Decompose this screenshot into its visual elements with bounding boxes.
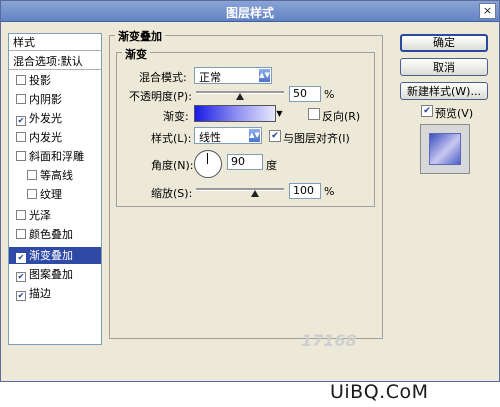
- opacity-input[interactable]: 50: [289, 86, 321, 102]
- checkmark-icon[interactable]: ✔: [16, 253, 26, 263]
- angle-label: 角度(N):: [151, 159, 194, 172]
- checkmark-icon[interactable]: ✔: [16, 272, 26, 282]
- checkbox-icon[interactable]: [16, 75, 26, 85]
- sidebar-item-outer-glow[interactable]: ✔ 外发光: [9, 110, 101, 127]
- checkbox-icon[interactable]: [16, 151, 26, 161]
- style-preview-swatch: [429, 133, 461, 165]
- opacity-slider-thumb[interactable]: [236, 93, 244, 100]
- sidebar-item-gradient-overlay[interactable]: ✔ 渐变叠加: [9, 247, 101, 264]
- reverse-label: 反向(R): [322, 110, 361, 123]
- scale-slider-thumb[interactable]: [250, 190, 259, 197]
- styles-header[interactable]: 样式: [9, 34, 101, 51]
- group-title: 渐变叠加: [115, 28, 165, 44]
- sidebar-item-pattern-overlay[interactable]: ✔ 图案叠加: [9, 266, 101, 283]
- close-button[interactable]: ×: [479, 3, 496, 19]
- faint-watermark: 17168: [301, 331, 357, 350]
- title-bar: 图层样式 ×: [1, 1, 499, 22]
- sidebar-item-satin[interactable]: 光泽: [9, 207, 101, 224]
- preview-label: 预览(V): [435, 107, 474, 120]
- sidebar-item-inner-glow[interactable]: 内发光: [9, 129, 101, 146]
- sidebar-item-label: 渐变叠加: [29, 249, 73, 262]
- angle-unit: 度: [266, 159, 277, 172]
- opacity-unit: %: [324, 88, 335, 101]
- checkbox-icon[interactable]: [27, 189, 37, 199]
- sidebar-item-label: 图案叠加: [29, 268, 73, 281]
- blend-mode-select[interactable]: 正常 ▲▼: [194, 67, 272, 84]
- gradient-label: 渐变:: [163, 110, 189, 123]
- sidebar-item-inner-shadow[interactable]: 内阴影: [9, 91, 101, 108]
- sidebar-item-bevel-emboss[interactable]: 斜面和浮雕: [9, 148, 101, 165]
- angle-dial-hand: [207, 153, 208, 164]
- scale-input[interactable]: 100: [289, 183, 321, 199]
- checkbox-icon[interactable]: [27, 170, 37, 180]
- sidebar-item-label: 等高线: [40, 169, 73, 182]
- subgroup-title: 渐变: [122, 46, 150, 62]
- checkmark-icon[interactable]: ✔: [16, 116, 26, 126]
- site-watermark: UiBQ.CoM: [330, 381, 429, 403]
- preview-checkbox[interactable]: ✔: [421, 105, 433, 117]
- sidebar-item-contour[interactable]: 等高线: [9, 167, 101, 184]
- dropdown-arrow-icon: ▲▼: [259, 69, 270, 82]
- scale-unit: %: [324, 185, 335, 198]
- gradient-dropdown-icon[interactable]: ▼: [274, 105, 285, 122]
- dropdown-arrow-icon: ▲▼: [249, 129, 260, 142]
- sidebar-item-label: 内发光: [29, 131, 62, 144]
- sidebar-item-label: 描边: [29, 287, 51, 300]
- checkbox-icon[interactable]: [16, 229, 26, 239]
- sidebar-item-stroke[interactable]: ✔ 描边: [9, 285, 101, 302]
- sidebar-item-label: 斜面和浮雕: [29, 150, 84, 163]
- gradient-swatch[interactable]: [194, 105, 276, 122]
- sidebar-item-blending-options[interactable]: 混合选项:默认: [9, 53, 101, 70]
- scale-slider-track[interactable]: [196, 188, 284, 191]
- style-value: 线性: [199, 131, 221, 144]
- new-style-button[interactable]: 新建样式(W)...: [400, 82, 488, 100]
- styles-list: 样式 混合选项:默认 投影 内阴影 ✔ 外发光 内发光 斜面和浮雕 等高线 纹理 …: [8, 33, 102, 345]
- sidebar-item-drop-shadow[interactable]: 投影: [9, 72, 101, 89]
- style-preview: [420, 124, 470, 174]
- sidebar-item-label: 外发光: [29, 112, 62, 125]
- align-with-layer-checkbox[interactable]: ✔: [269, 130, 281, 142]
- angle-dial[interactable]: [194, 150, 222, 178]
- scale-label: 缩放(S):: [151, 187, 193, 200]
- sidebar-item-label: 投影: [29, 74, 51, 87]
- sidebar-item-color-overlay[interactable]: 颜色叠加: [9, 226, 101, 243]
- blend-mode-label: 混合模式:: [139, 71, 187, 84]
- style-label: 样式(L):: [151, 132, 192, 145]
- sidebar-item-label: 混合选项:默认: [13, 55, 83, 68]
- sidebar-item-label: 纹理: [40, 188, 62, 201]
- ok-button[interactable]: 确定: [400, 34, 488, 52]
- align-with-layer-label: 与图层对齐(I): [283, 132, 350, 145]
- sidebar-item-label: 颜色叠加: [29, 228, 73, 241]
- sidebar-item-label: 内阴影: [29, 93, 62, 106]
- blend-mode-value: 正常: [199, 71, 221, 84]
- layer-style-dialog: 图层样式 × 样式 混合选项:默认 投影 内阴影 ✔ 外发光 内发光 斜面和浮雕 …: [0, 0, 500, 382]
- style-select[interactable]: 线性 ▲▼: [194, 127, 262, 144]
- dialog-title: 图层样式: [225, 6, 274, 20]
- sidebar-item-texture[interactable]: 纹理: [9, 186, 101, 203]
- checkbox-icon[interactable]: [16, 132, 26, 142]
- checkmark-icon[interactable]: ✔: [16, 291, 26, 301]
- sidebar-item-label: 光泽: [29, 209, 51, 222]
- angle-input[interactable]: 90: [227, 154, 263, 170]
- checkbox-icon[interactable]: [16, 210, 26, 220]
- cancel-button[interactable]: 取消: [400, 58, 488, 76]
- opacity-label: 不透明度(P):: [129, 90, 192, 103]
- reverse-checkbox[interactable]: [308, 108, 320, 120]
- checkbox-icon[interactable]: [16, 94, 26, 104]
